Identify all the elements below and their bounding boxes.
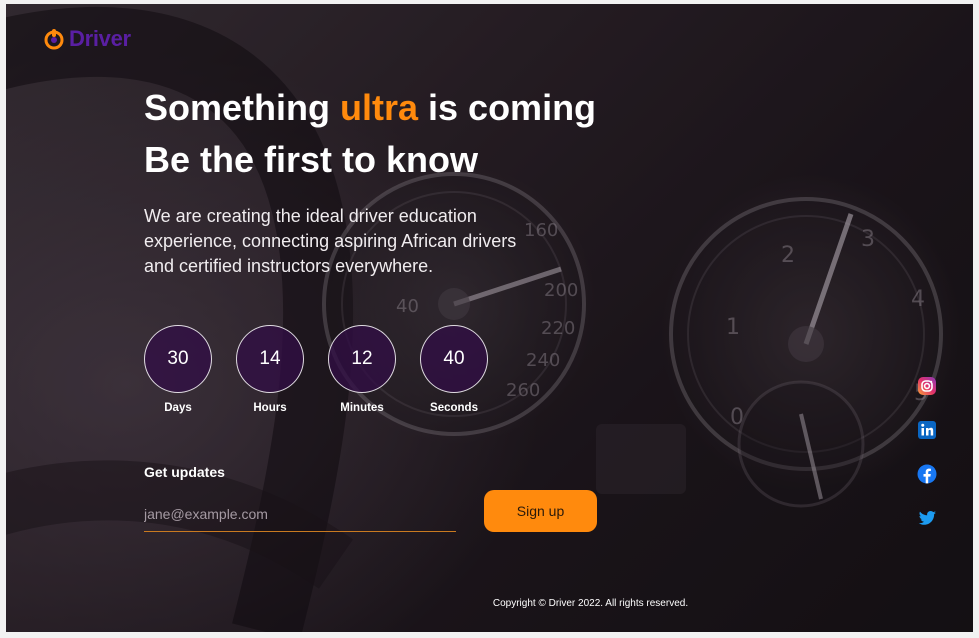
email-input[interactable] [144,496,456,531]
countdown-hours: 14 Hours [236,325,304,414]
driver-logo-icon [44,29,64,50]
countdown-value: 14 [236,325,304,393]
brand-logo[interactable]: Driver [43,26,131,52]
countdown-value: 40 [420,325,488,393]
countdown-minutes: 12 Minutes [328,325,396,414]
headline-text-start: Something [144,87,340,128]
countdown-label: Days [164,402,192,414]
headline-line-1: Something ultra is coming [144,87,596,128]
get-updates-label: Get updates [144,464,225,480]
copyright-text: Copyright © Driver 2022. All rights rese… [492,598,689,609]
landing-page: 160 200 220 240 260 40 2 3 4 1 0 5 [6,4,973,632]
countdown-value: 12 [328,325,396,393]
hero-description: We are creating the ideal driver educati… [144,206,517,276]
countdown-label: Minutes [340,402,384,414]
twitter-icon[interactable] [917,508,937,528]
headline-text-end: is coming [418,87,597,128]
brand-name: Driver [69,26,131,51]
sign-up-button[interactable]: Sign up [484,490,597,532]
facebook-icon[interactable] [917,464,937,484]
countdown-label: Seconds [430,402,478,414]
headline-accent-word: ultra [340,87,419,128]
hero-headline: Something ultra is coming Be the first t… [144,82,596,186]
countdown-days: 30 Days [144,325,212,414]
countdown-seconds: 40 Seconds [420,325,488,414]
footer: Copyright © Driver 2022. All rights rese… [6,598,973,609]
headline-line-2: Be the first to know [144,139,479,180]
countdown-timer: 30 Days 14 Hours 12 Minutes 40 Seconds [144,325,488,414]
countdown-value: 30 [144,325,212,393]
social-links [917,376,937,528]
countdown-label: Hours [253,402,287,414]
linkedin-icon[interactable] [917,420,937,440]
instagram-icon[interactable] [917,376,937,396]
email-field-wrapper [144,496,456,532]
